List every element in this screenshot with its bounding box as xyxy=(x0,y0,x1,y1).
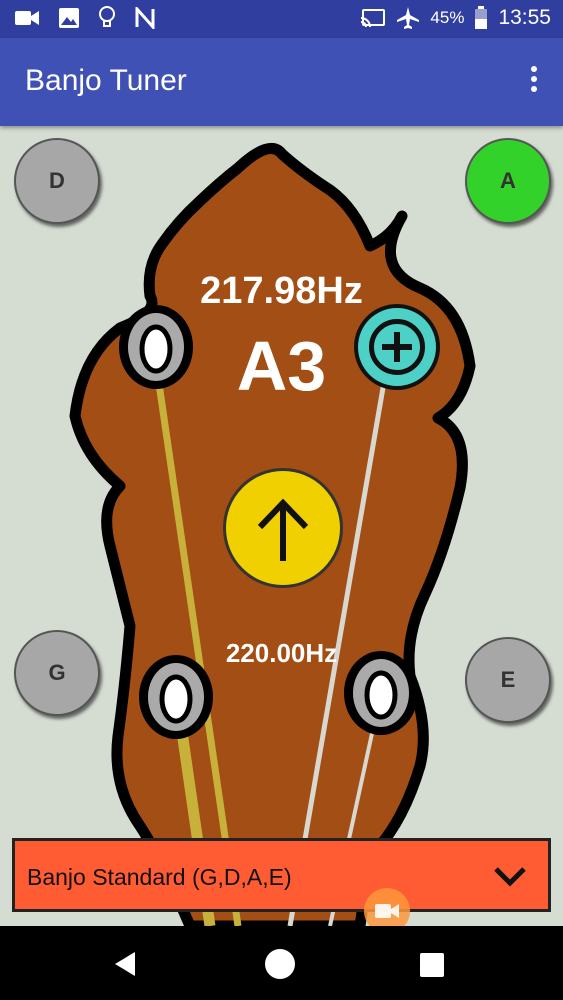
tune-direction-indicator xyxy=(223,468,343,588)
home-icon xyxy=(265,949,295,979)
image-icon xyxy=(59,8,79,28)
tuning-dropdown[interactable]: Banjo Standard (G,D,A,E) xyxy=(12,838,551,912)
battery-icon xyxy=(475,6,488,29)
detected-note: A3 xyxy=(236,327,327,405)
add-string-button[interactable] xyxy=(354,304,440,390)
string-button-d[interactable]: D xyxy=(14,138,100,224)
chevron-down-icon xyxy=(494,867,526,887)
camera-icon xyxy=(375,904,399,918)
more-options-button[interactable] xyxy=(525,66,543,98)
back-icon xyxy=(115,952,135,976)
n-icon xyxy=(135,7,155,29)
app-title: Banjo Tuner xyxy=(25,64,187,97)
tuning-dropdown-value: Banjo Standard (G,D,A,E) xyxy=(27,864,292,890)
video-icon xyxy=(15,11,39,25)
cast-icon xyxy=(361,9,386,28)
battery-percent: 45% xyxy=(430,8,465,27)
detected-frequency: 217.98Hz xyxy=(200,270,363,312)
app-bar: Banjo Tuner xyxy=(0,38,563,126)
back-button[interactable] xyxy=(111,950,139,983)
status-bar: 45% 13:55 xyxy=(0,0,563,38)
string-button-a[interactable]: A xyxy=(465,138,551,224)
navigation-bar xyxy=(0,926,563,1000)
home-button[interactable] xyxy=(264,948,296,985)
more-vert-icon xyxy=(525,66,543,92)
clock: 13:55 xyxy=(498,6,551,29)
airplane-icon xyxy=(397,7,420,29)
target-frequency: 220.00Hz xyxy=(225,638,338,668)
tuner-stage: D A G E 217.98Hz A3 220.00Hz xyxy=(0,126,563,926)
arrow-up-icon xyxy=(257,498,309,561)
recents-button[interactable] xyxy=(419,952,445,983)
bulb-icon xyxy=(99,6,115,27)
recents-icon xyxy=(420,953,444,977)
